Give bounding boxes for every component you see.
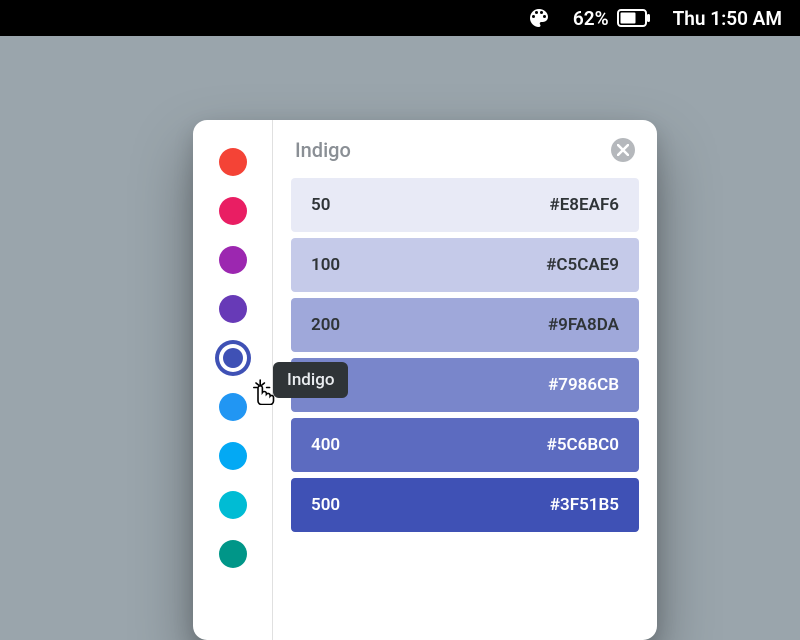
battery-status[interactable]: 62%: [573, 7, 651, 30]
detail-header: Indigo: [291, 138, 639, 162]
color-dot-deeppurple[interactable]: [219, 295, 247, 323]
swatch-hex: #9FA8DA: [548, 315, 619, 335]
color-dot-cyan[interactable]: [219, 491, 247, 519]
swatch-hex: #E8EAF6: [550, 195, 619, 215]
swatch-row[interactable]: 200 #9FA8DA: [291, 298, 639, 352]
swatch-hex: #5C6BC0: [547, 435, 619, 455]
swatch-level: 100: [311, 255, 340, 275]
swatch-row[interactable]: 50 #E8EAF6: [291, 178, 639, 232]
close-icon: [617, 144, 629, 156]
swatch-hex: #3F51B5: [550, 495, 619, 515]
swatch-level: 500: [311, 495, 340, 515]
swatch-row[interactable]: 500 #3F51B5: [291, 478, 639, 532]
battery-icon: [617, 9, 651, 27]
swatch-row[interactable]: 300 #7986CB: [291, 358, 639, 412]
swatch-level: 400: [311, 435, 340, 455]
swatch-row[interactable]: 400 #5C6BC0: [291, 418, 639, 472]
color-rail: [193, 120, 273, 640]
close-button[interactable]: [611, 138, 635, 162]
swatch-hex: #C5CAE9: [546, 255, 619, 275]
detail-pane: Indigo 50 #E8EAF6 100 #C5CAE9 200 #9FA8DA 300 #…: [273, 120, 657, 640]
color-dot-indigo[interactable]: [219, 344, 247, 372]
battery-percent-label: 62%: [573, 7, 609, 30]
color-dot-blue[interactable]: [219, 393, 247, 421]
color-dot-purple[interactable]: [219, 246, 247, 274]
menubar: 62% Thu 1:50 AM: [0, 0, 800, 36]
color-dot-red[interactable]: [219, 148, 247, 176]
swatch-row[interactable]: 100 #C5CAE9: [291, 238, 639, 292]
swatch-list: 50 #E8EAF6 100 #C5CAE9 200 #9FA8DA 300 #7986CB 4…: [291, 178, 639, 532]
color-dot-pink[interactable]: [219, 197, 247, 225]
detail-title: Indigo: [295, 138, 351, 162]
palette-icon[interactable]: [527, 6, 551, 30]
swatch-level: 200: [311, 315, 340, 335]
color-panel: Indigo 50 #E8EAF6 100 #C5CAE9 200 #9FA8DA 300 #…: [193, 120, 657, 640]
clock-label: Thu 1:50 AM: [673, 7, 782, 30]
swatch-hex: #7986CB: [548, 375, 619, 395]
swatch-level: 50: [311, 195, 330, 215]
color-dot-teal[interactable]: [219, 540, 247, 568]
color-dot-lightblue[interactable]: [219, 442, 247, 470]
swatch-level: 300: [311, 375, 340, 395]
